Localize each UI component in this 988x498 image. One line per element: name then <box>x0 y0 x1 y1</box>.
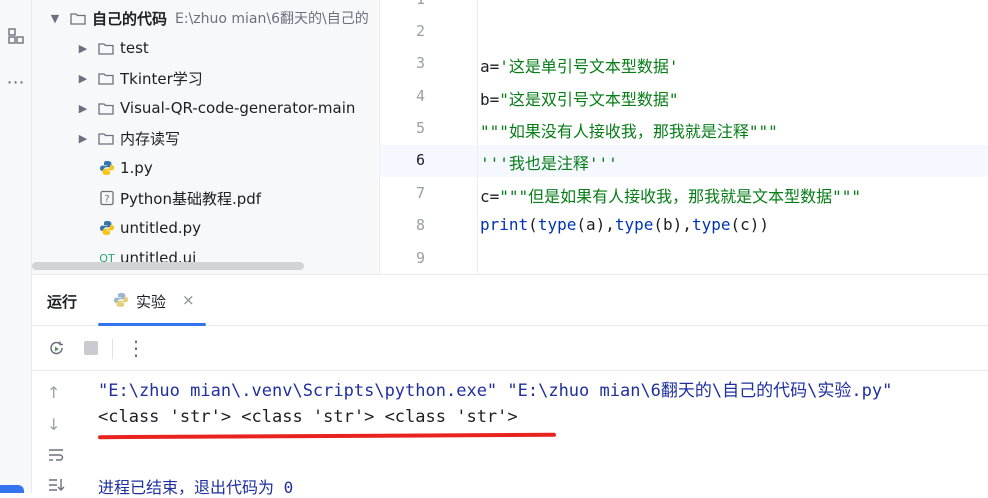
line-number-current: 6 <box>415 151 425 169</box>
tree-item-label: 1.py <box>120 159 153 177</box>
svg-text:?: ? <box>104 194 109 205</box>
folder-icon <box>98 42 114 55</box>
line-number: 5 <box>415 119 425 137</box>
tree-root[interactable]: ▼ 自己的代码 E:\zhuo mian\6翻天的\自己的 <box>32 3 378 33</box>
chevron-down-icon[interactable]: ▼ <box>48 12 62 25</box>
console-exit-message: 进程已结束，退出代码为 0 <box>98 478 294 497</box>
more-icon[interactable]: ⋯ <box>0 72 31 93</box>
layout-icon[interactable] <box>0 26 31 50</box>
tree-item-label: Visual-QR-code-generator-main <box>120 99 356 117</box>
toolbar-separator <box>112 339 113 359</box>
tree-item-label: 内存读写 <box>120 129 181 148</box>
console-command-line: "E:\zhuo mian\.venv\Scripts\python.exe" … <box>98 381 893 401</box>
chevron-right-icon[interactable]: ▶ <box>76 72 90 85</box>
blue-indicator <box>0 485 24 493</box>
chevron-right-icon[interactable]: ▶ <box>76 102 90 115</box>
python-file-icon <box>98 159 116 177</box>
up-arrow-icon[interactable]: ↑ <box>47 383 60 402</box>
tree-item-label: Python基础教程.pdf <box>120 189 262 208</box>
code-line-5: """如果没有人接收我，那我就是注释""" <box>480 122 778 141</box>
tree-item-pdf[interactable]: ? Python基础教程.pdf <box>32 183 378 213</box>
kebab-menu-icon[interactable]: ⋮ <box>126 336 146 360</box>
chevron-right-icon[interactable]: ▶ <box>76 132 90 145</box>
rerun-icon[interactable] <box>47 339 67 363</box>
root-folder-path: E:\zhuo mian\6翻天的\自己的 <box>175 11 369 27</box>
python-file-icon <box>113 292 129 312</box>
code-line-4: b="这是双引号文本型数据" <box>480 90 679 109</box>
console-output-line: <class 'str'> <class 'str'> <class 'str'… <box>98 407 518 427</box>
folder-icon <box>98 72 114 85</box>
stop-icon[interactable] <box>82 339 100 361</box>
folder-icon <box>70 12 86 25</box>
line-number: 2 <box>415 22 425 40</box>
red-underline-annotation <box>97 432 557 440</box>
code-line-3: a='这是单引号文本型数据' <box>480 57 679 76</box>
unknown-file-icon: ? <box>98 189 116 207</box>
folder-icon <box>98 102 114 115</box>
horizontal-scrollbar[interactable] <box>32 262 304 270</box>
tool-window-strip: ⋯ <box>0 0 32 493</box>
line-number-gutter: 1 2 3 4 5 6 7 8 9 <box>380 0 478 274</box>
tree-item-test[interactable]: ▶ test <box>32 33 378 63</box>
run-tab-label: 实验 <box>136 293 167 311</box>
line-number: 9 <box>415 249 425 267</box>
line-number: 7 <box>415 184 425 202</box>
python-file-icon <box>98 219 116 237</box>
tree-item-label: untitled.py <box>120 219 202 237</box>
close-icon[interactable]: × <box>182 291 195 309</box>
line-number: 3 <box>415 54 425 72</box>
soft-wrap-icon[interactable] <box>47 447 65 467</box>
down-arrow-icon[interactable]: ↓ <box>47 415 60 434</box>
tree-item-label: Tkinter学习 <box>120 69 203 88</box>
tree-item-label: test <box>120 39 149 57</box>
code-line-7: c="""但是如果有人接收我，那我就是文本型数据""" <box>480 187 862 206</box>
tree-item-memory-rw[interactable]: ▶ 内存读写 <box>32 123 378 153</box>
chevron-right-icon[interactable]: ▶ <box>76 42 90 55</box>
line-number: 1 <box>416 0 425 8</box>
run-panel-title: 运行 <box>47 293 78 311</box>
root-folder-name: 自己的代码 <box>92 9 168 28</box>
run-panel-header: 运行 实验 × <box>32 275 988 326</box>
tree-item-tkinter[interactable]: ▶ Tkinter学习 <box>32 63 378 93</box>
run-toolbar: ⋮ <box>32 326 988 371</box>
code-line-8: print(type(a),type(b),type(c)) <box>480 215 769 234</box>
line-number: 4 <box>415 87 425 105</box>
tree-item-qr-generator[interactable]: ▶ Visual-QR-code-generator-main <box>32 93 378 123</box>
tree-item-untitled-py[interactable]: untitled.py <box>32 213 378 243</box>
console-actions: ↑ ↓ <box>32 371 80 493</box>
code-editor[interactable]: 1 2 3 4 5 6 7 8 9 a='这是单引号文本型数据' b="这是双引… <box>379 0 988 274</box>
run-tab-experiment[interactable]: 实验 × <box>98 275 206 326</box>
folder-icon <box>98 132 114 145</box>
line-number: 8 <box>415 216 425 234</box>
scroll-to-end-icon[interactable] <box>47 477 65 497</box>
project-tree: ▼ 自己的代码 E:\zhuo mian\6翻天的\自己的 ▶ test ▶ T… <box>32 0 378 274</box>
code-line-6: '''我也是注释''' <box>480 154 618 173</box>
tree-item-1-py[interactable]: 1.py <box>32 153 378 183</box>
